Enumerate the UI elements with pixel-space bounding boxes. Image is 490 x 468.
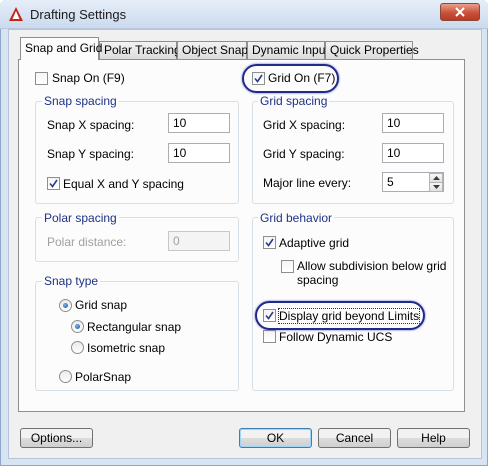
- adaptive-grid-label: Adaptive grid: [279, 236, 350, 250]
- snap-on-checkbox[interactable]: [35, 72, 48, 85]
- snap-spacing-title: Snap spacing: [42, 94, 119, 108]
- arrow-up-icon: [433, 176, 440, 180]
- grid-y-spacing-input[interactable]: 10: [382, 143, 444, 163]
- grid-on-highlight: [242, 64, 339, 93]
- isometric-snap-label: Isometric snap: [87, 341, 166, 355]
- close-icon: [455, 7, 465, 17]
- beyond-limits-highlight: [255, 301, 425, 330]
- rectangular-snap-radio[interactable]: [71, 320, 84, 333]
- ok-button[interactable]: OK: [239, 428, 312, 448]
- options-button[interactable]: Options...: [20, 428, 93, 448]
- snap-y-spacing-input[interactable]: 10: [168, 143, 230, 163]
- checkmark-icon: [49, 179, 58, 188]
- tab-object-snap[interactable]: Object Snap: [177, 41, 248, 59]
- grid-snap-radio[interactable]: [59, 299, 72, 312]
- allow-subdivision-checkbox[interactable]: [281, 260, 294, 273]
- snap-y-spacing-label: Snap Y spacing:: [47, 147, 134, 161]
- adaptive-grid-checkbox[interactable]: [263, 236, 276, 249]
- grid-snap-label: Grid snap: [75, 298, 128, 312]
- major-line-every-label: Major line every:: [263, 176, 352, 190]
- title-bar[interactable]: Drafting Settings: [0, 0, 488, 29]
- help-button[interactable]: Help: [397, 428, 470, 448]
- tab-quick-properties[interactable]: Quick Properties: [325, 41, 419, 59]
- close-button[interactable]: [440, 3, 480, 21]
- autocad-app-icon: [8, 6, 24, 22]
- polar-spacing-title: Polar spacing: [42, 211, 119, 225]
- snap-x-spacing-label: Snap X spacing:: [47, 118, 135, 132]
- follow-dynamic-ucs-label: Follow Dynamic UCS: [279, 330, 393, 344]
- polarsnap-label: PolarSnap: [75, 370, 132, 384]
- window-title: Drafting Settings: [30, 7, 127, 22]
- grid-x-spacing-label: Grid X spacing:: [263, 118, 346, 132]
- major-line-spin-down[interactable]: [429, 182, 443, 192]
- grid-spacing-title: Grid spacing: [258, 94, 330, 108]
- tab-snap-and-grid[interactable]: Snap and Grid: [20, 37, 102, 60]
- equal-xy-spacing-label: Equal X and Y spacing: [63, 177, 184, 191]
- snap-type-title: Snap type: [42, 274, 101, 288]
- tab-polar-tracking[interactable]: Polar Tracking: [99, 41, 181, 59]
- snap-x-spacing-input[interactable]: 10: [168, 113, 230, 133]
- allow-subdivision-label-line1: Allow subdivision below grid: [297, 259, 447, 273]
- checkmark-icon: [265, 238, 274, 247]
- polar-distance-input[interactable]: 0: [168, 231, 230, 251]
- arrow-down-icon: [433, 185, 440, 189]
- grid-behavior-title: Grid behavior: [258, 211, 335, 225]
- polarsnap-radio[interactable]: [59, 370, 72, 383]
- follow-dynamic-ucs-checkbox[interactable]: [263, 330, 276, 343]
- polar-distance-label: Polar distance:: [47, 235, 127, 249]
- grid-y-spacing-label: Grid Y spacing:: [263, 147, 345, 161]
- allow-subdivision-label-line2: spacing: [297, 273, 339, 287]
- equal-xy-spacing-checkbox[interactable]: [47, 177, 60, 190]
- tab-dynamic-input[interactable]: Dynamic Input: [247, 41, 329, 59]
- grid-x-spacing-input[interactable]: 10: [382, 113, 444, 133]
- rectangular-snap-label: Rectangular snap: [87, 320, 182, 334]
- snap-on-label: Snap On (F9): [52, 71, 125, 85]
- isometric-snap-radio[interactable]: [71, 341, 84, 354]
- cancel-button[interactable]: Cancel: [318, 428, 391, 448]
